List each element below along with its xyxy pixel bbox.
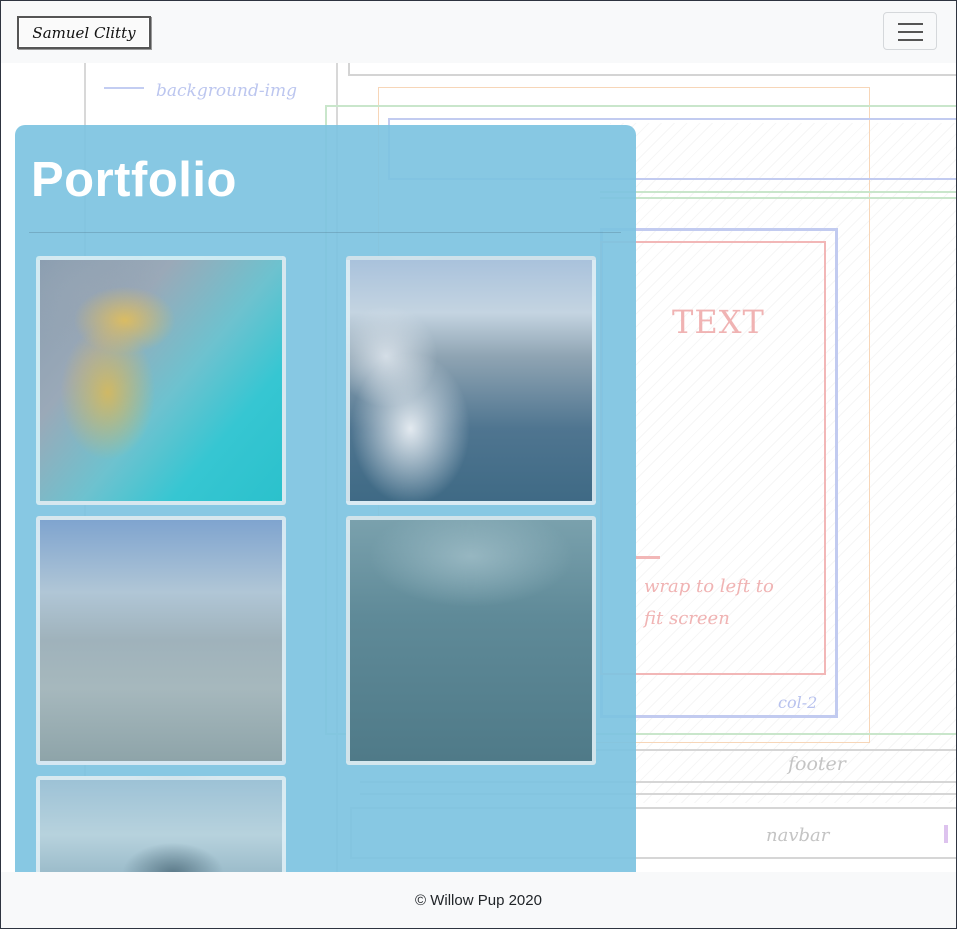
portfolio-image-4[interactable] bbox=[346, 516, 596, 765]
copyright-text: © Willow Pup 2020 bbox=[415, 892, 542, 909]
navbar-toggler-button[interactable] bbox=[883, 12, 937, 50]
col2-label: col-2 bbox=[778, 693, 818, 712]
portfolio-card: Portfolio bbox=[15, 125, 636, 894]
portfolio-image-3[interactable] bbox=[36, 516, 286, 765]
sketch-box-green-2 bbox=[600, 191, 957, 199]
text-label: TEXT bbox=[672, 303, 765, 341]
sketch-red-dash bbox=[636, 556, 660, 559]
brand-logo[interactable]: Samuel Clitty bbox=[17, 16, 151, 49]
footer-sketch-label: footer bbox=[788, 753, 846, 775]
wrap-note-line2: fit screen bbox=[644, 608, 730, 629]
sketch-purple-mark bbox=[944, 825, 948, 843]
wrap-note-line1: wrap to left to bbox=[644, 576, 774, 597]
portfolio-image-2[interactable] bbox=[346, 256, 596, 505]
footer: © Willow Pup 2020 bbox=[0, 872, 957, 929]
navbar: Samuel Clitty bbox=[0, 0, 957, 63]
navbar-sketch-label: navbar bbox=[766, 825, 830, 846]
sketch-box-top bbox=[348, 63, 957, 76]
background-img-label: background-img bbox=[156, 81, 298, 101]
arrow-icon bbox=[104, 87, 144, 89]
portfolio-image-1[interactable] bbox=[36, 256, 286, 505]
title-divider bbox=[29, 232, 621, 233]
page-title: Portfolio bbox=[31, 153, 237, 207]
